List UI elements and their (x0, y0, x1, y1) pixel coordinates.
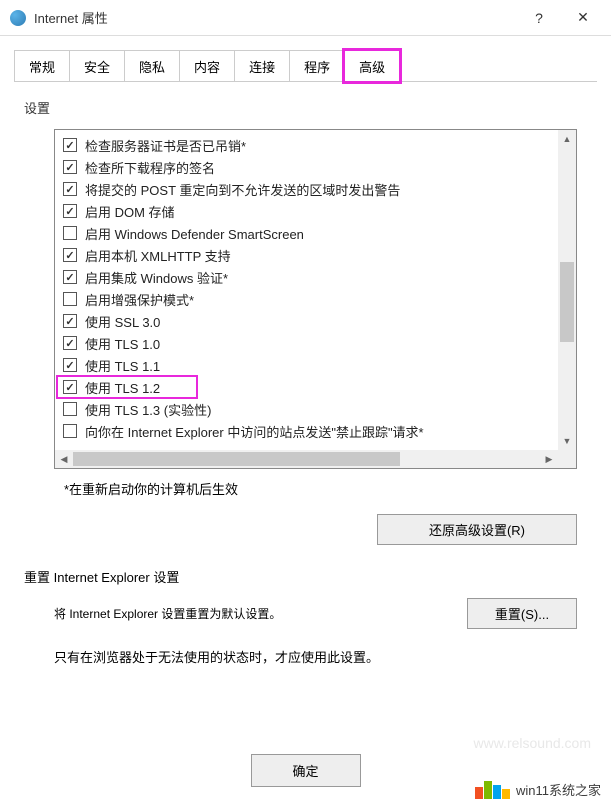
hscroll-thumb[interactable] (73, 452, 400, 466)
window-title: Internet 属性 (34, 8, 517, 27)
list-item[interactable]: 使用 TLS 1.2 (57, 376, 197, 398)
list-item[interactable]: 使用 TLS 1.3 (实验性) (63, 398, 558, 420)
checkbox[interactable] (63, 204, 77, 218)
checkbox[interactable] (63, 248, 77, 262)
checkbox[interactable] (63, 336, 77, 350)
checkbox-label: 使用 SSL 3.0 (85, 312, 160, 331)
settings-list[interactable]: 检查服务器证书是否已吊销* 检查所下载程序的签名将提交的 POST 重定向到不允许… (55, 130, 558, 450)
tab-bar: 常规 安全 隐私 内容 连接 程序 高级 (0, 36, 611, 82)
watermark-url: www.relsound.com (474, 735, 592, 751)
checkbox-label: 将提交的 POST 重定向到不允许发送的区域时发出警告 (85, 180, 400, 199)
tab-content[interactable]: 内容 (179, 50, 235, 82)
checkbox-label: 使用 TLS 1.1 (85, 356, 160, 375)
checkbox[interactable] (63, 182, 77, 196)
tab-programs[interactable]: 程序 (289, 50, 345, 82)
checkbox-label: 启用增强保护模式* (85, 290, 194, 309)
scroll-left-icon[interactable]: ◀ (55, 450, 73, 468)
settings-label: 设置 (24, 98, 587, 117)
checkbox-label: 启用集成 Windows 验证* (85, 268, 228, 287)
checkbox[interactable] (63, 138, 77, 152)
settings-listbox: 检查服务器证书是否已吊销* 检查所下载程序的签名将提交的 POST 重定向到不允许… (54, 129, 577, 469)
ok-button[interactable]: 确定 (251, 754, 361, 787)
list-item[interactable]: 检查所下载程序的签名 (63, 156, 558, 178)
checkbox[interactable] (63, 160, 77, 174)
tab-security[interactable]: 安全 (69, 50, 125, 82)
ie-icon (10, 10, 26, 26)
watermark-text: win11系统之家 (516, 780, 601, 799)
checkbox-label: 向你在 Internet Explorer 中访问的站点发送"禁止跟踪"请求* (85, 422, 424, 441)
scroll-corner (558, 450, 576, 468)
checkbox-label: 使用 TLS 1.2 (85, 378, 160, 397)
restore-defaults-button[interactable]: 还原高级设置(R) (377, 514, 577, 545)
list-item[interactable]: 启用 DOM 存储 (63, 200, 558, 222)
checkbox-label: 启用 DOM 存储 (85, 202, 175, 221)
vscroll-thumb[interactable] (560, 262, 574, 342)
titlebar: Internet 属性 ? ✕ (0, 0, 611, 36)
list-item[interactable]: 使用 TLS 1.1 (63, 354, 558, 376)
checkbox-label: 检查所下载程序的签名 (85, 158, 215, 177)
checkbox[interactable] (63, 380, 77, 394)
tab-advanced[interactable]: 高级 (344, 50, 400, 82)
scroll-up-icon[interactable]: ▲ (558, 130, 576, 148)
tab-connections[interactable]: 连接 (234, 50, 290, 82)
checkbox[interactable] (63, 292, 77, 306)
reset-description: 将 Internet Explorer 设置重置为默认设置。 (54, 605, 281, 622)
scroll-right-icon[interactable]: ▶ (540, 450, 558, 468)
list-item[interactable]: 启用 Windows Defender SmartScreen (63, 222, 558, 244)
reset-warning: 只有在浏览器处于无法使用的状态时，才应使用此设置。 (54, 647, 587, 666)
list-item[interactable]: 检查服务器证书是否已吊销* (63, 134, 558, 156)
checkbox[interactable] (63, 402, 77, 416)
checkbox[interactable] (63, 314, 77, 328)
help-button[interactable]: ? (517, 3, 561, 33)
checkbox-label: 启用本机 XMLHTTP 支持 (85, 246, 231, 265)
reset-button[interactable]: 重置(S)... (467, 598, 577, 629)
list-item[interactable]: 向你在 Internet Explorer 中访问的站点发送"禁止跟踪"请求* (63, 420, 558, 442)
checkbox-label: 使用 TLS 1.0 (85, 334, 160, 353)
checkbox-label: 检查服务器证书是否已吊销* (85, 136, 246, 155)
checkbox-label: 使用 TLS 1.3 (实验性) (85, 400, 211, 419)
list-item[interactable]: 使用 SSL 3.0 (63, 310, 558, 332)
restart-note: *在重新启动你的计算机后生效 (64, 479, 587, 498)
list-item[interactable]: 使用 TLS 1.0 (63, 332, 558, 354)
list-item[interactable]: 将提交的 POST 重定向到不允许发送的区域时发出警告 (63, 178, 558, 200)
checkbox[interactable] (63, 270, 77, 284)
tab-privacy[interactable]: 隐私 (124, 50, 180, 82)
list-item[interactable]: 启用本机 XMLHTTP 支持 (63, 244, 558, 266)
scroll-down-icon[interactable]: ▼ (558, 432, 576, 450)
reset-section-label: 重置 Internet Explorer 设置 (24, 567, 587, 586)
tab-general[interactable]: 常规 (14, 50, 70, 82)
checkbox[interactable] (63, 226, 77, 240)
checkbox[interactable] (63, 424, 77, 438)
list-item[interactable]: 启用集成 Windows 验证* (63, 266, 558, 288)
watermark: win11系统之家 (465, 774, 611, 805)
list-item[interactable]: 启用增强保护模式* (63, 288, 558, 310)
close-button[interactable]: ✕ (561, 3, 605, 33)
checkbox[interactable] (63, 358, 77, 372)
checkbox-label: 启用 Windows Defender SmartScreen (85, 224, 304, 243)
horizontal-scrollbar[interactable]: ◀ ▶ (55, 450, 558, 468)
watermark-logo-icon (475, 781, 510, 799)
content-area: 设置 检查服务器证书是否已吊销* 检查所下载程序的签名将提交的 POST 重定向到… (0, 82, 611, 676)
vertical-scrollbar[interactable]: ▲ ▼ (558, 130, 576, 450)
